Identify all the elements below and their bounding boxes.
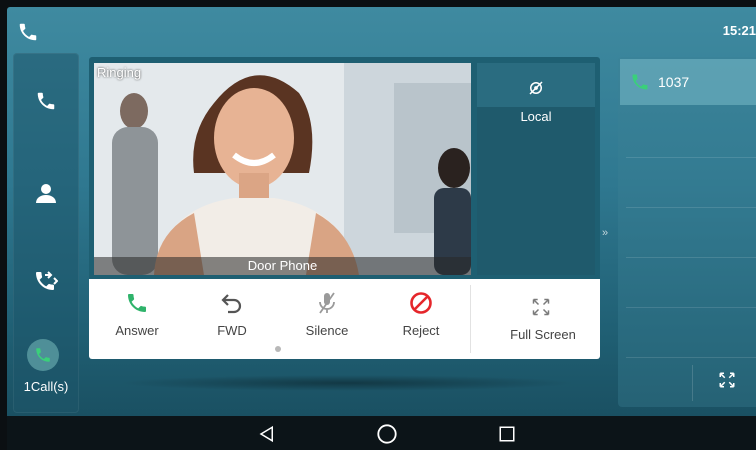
camera-off-icon (529, 81, 543, 95)
caller-name-label: Door Phone (94, 257, 471, 275)
mic-off-icon (319, 292, 335, 314)
recents-button[interactable] (494, 421, 520, 447)
chevron-right-icon[interactable]: » (602, 227, 608, 239)
local-video-panel[interactable]: Local (477, 63, 595, 127)
answer-phone-icon (128, 294, 146, 312)
clock: 15:21 (722, 23, 756, 38)
status-bar: 15:21 (7, 7, 756, 53)
list-separator (626, 307, 756, 308)
local-panel-filler (477, 127, 595, 275)
controls-divider (470, 285, 471, 353)
silence-button[interactable]: Silence (287, 279, 367, 359)
call-list-item[interactable]: 1037 (620, 59, 756, 105)
home-icon (377, 424, 397, 444)
back-icon (259, 425, 273, 443)
phone-screen: 15:21 1Call(s) Ringing Door Phone Local … (7, 7, 756, 450)
list-separator (626, 357, 756, 358)
list-separator (626, 157, 756, 158)
call-controls-bar: Answer FWD Silence Reject Full Screen (89, 279, 600, 359)
back-button[interactable] (254, 421, 280, 447)
page-indicator-dot (275, 346, 281, 352)
sidebar-item-call-forward[interactable] (13, 251, 79, 311)
shadow-decoration (117, 375, 577, 391)
call-list: 1037 (618, 57, 756, 407)
calls-count-label: 1Call(s) (23, 379, 69, 394)
call-card: Ringing Door Phone Local Answer FWD Sile… (89, 57, 600, 359)
undo-arrow-icon (221, 294, 242, 314)
call-forward-icon (36, 271, 58, 290)
recents-icon (499, 426, 515, 442)
answer-label: Answer (115, 323, 159, 338)
door-phone-video-image (94, 63, 471, 275)
incoming-call-icon (632, 74, 648, 90)
list-separator (626, 207, 756, 208)
answer-button[interactable]: Answer (97, 279, 177, 359)
reject-button[interactable]: Reject (381, 279, 461, 359)
forward-label: FWD (217, 323, 247, 338)
remote-video[interactable]: Ringing Door Phone (94, 63, 471, 275)
contacts-icon (36, 184, 56, 203)
reject-icon (410, 292, 432, 314)
phone-icon (36, 348, 50, 362)
reject-label: Reject (402, 323, 440, 338)
phone-icon (19, 23, 37, 41)
navigation-bar (7, 416, 756, 450)
call-status-text: Ringing (97, 65, 142, 80)
local-video-label: Local (477, 107, 595, 127)
fullscreen-icon[interactable] (718, 371, 736, 389)
list-footer-divider (692, 365, 693, 401)
call-number: 1037 (658, 74, 690, 90)
full-screen-button[interactable]: Full Screen (493, 279, 593, 359)
sidebar: 1Call(s) (13, 53, 79, 413)
sidebar-item-contacts[interactable] (13, 163, 79, 223)
home-button[interactable] (374, 421, 400, 447)
phone-icon (37, 92, 55, 110)
list-separator (626, 257, 756, 258)
sidebar-item-dialer[interactable] (13, 71, 79, 131)
silence-label: Silence (305, 323, 349, 338)
full-screen-label: Full Screen (510, 327, 576, 342)
fullscreen-icon (532, 298, 550, 316)
active-call-badge[interactable] (27, 339, 59, 371)
forward-button[interactable]: FWD (192, 279, 272, 359)
